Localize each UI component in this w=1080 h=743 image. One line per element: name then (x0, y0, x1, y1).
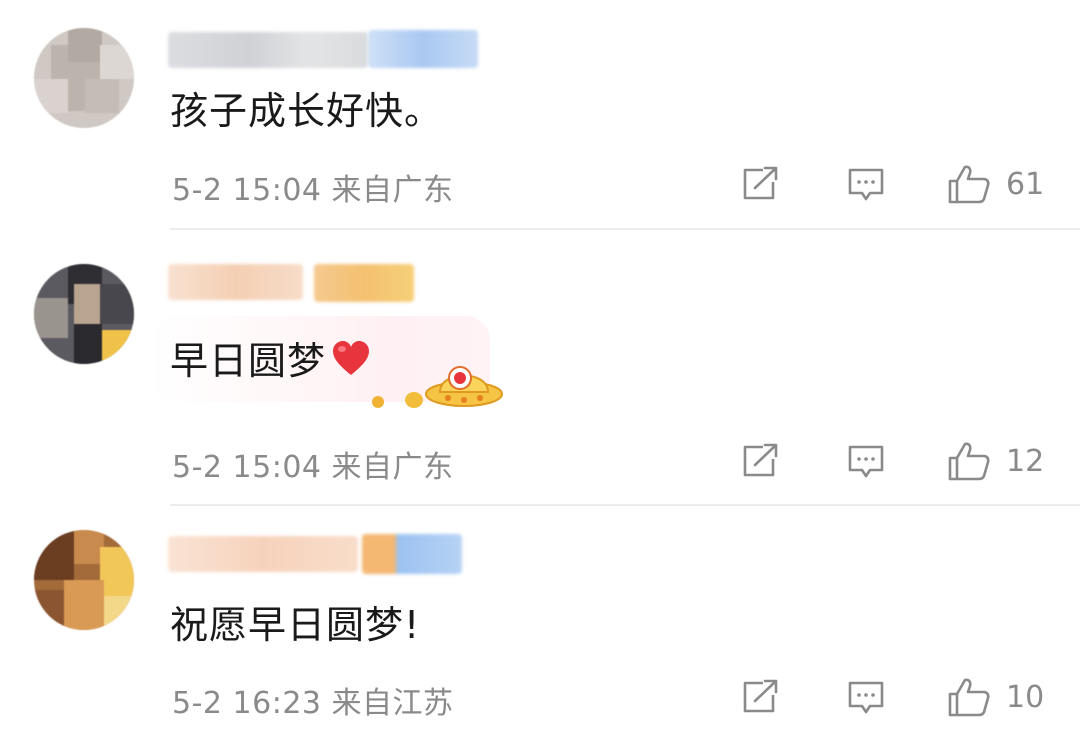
like-count: 12 (1006, 443, 1045, 479)
ufo-sticker-icon (372, 366, 503, 408)
user-badge-blurred (362, 534, 462, 574)
comment-item: 祝愿早日圆梦! 5-2 16:23 来自江苏 10 (0, 506, 1080, 743)
heart-emoji (333, 340, 370, 375)
comment-text: 孩子成长好快。 (170, 80, 443, 135)
username-blurred[interactable] (168, 32, 368, 68)
user-badge-blurred (314, 264, 414, 302)
avatar[interactable] (34, 264, 134, 364)
username-blurred[interactable] (168, 264, 303, 300)
username-blurred[interactable] (168, 536, 358, 572)
comment-meta: 5-2 15:04 来自广东 (172, 442, 454, 486)
comment-item: 早日圆梦 5-2 15:04 来自广东 12 (0, 230, 1080, 506)
like-button[interactable]: 10 (946, 676, 1044, 718)
user-badge-blurred (368, 30, 478, 68)
thumbs-up-icon (948, 442, 990, 481)
comment-location: 来自江苏 (331, 686, 454, 721)
share-icon (743, 679, 778, 713)
avatar[interactable] (34, 28, 134, 128)
reply-button[interactable] (846, 679, 886, 717)
comment-location: 来自广东 (331, 173, 454, 208)
like-button[interactable]: 12 (946, 440, 1044, 482)
share-button[interactable] (741, 166, 781, 202)
comment-meta: 5-2 15:04 来自广东 (172, 165, 454, 209)
avatar[interactable] (34, 530, 134, 630)
like-count: 61 (1006, 166, 1045, 202)
comment-location: 来自广东 (331, 450, 454, 485)
like-count: 10 (1006, 679, 1045, 715)
comment-icon (848, 681, 884, 714)
comment-text-content: 早日圆梦 (170, 339, 327, 383)
reply-button[interactable] (846, 443, 886, 481)
comment-text: 早日圆梦 (170, 330, 372, 385)
share-button[interactable] (741, 679, 781, 715)
comment-meta: 5-2 16:23 来自江苏 (172, 678, 454, 722)
comment-item: 孩子成长好快。 5-2 15:04 来自广东 61 (0, 0, 1080, 230)
like-button[interactable]: 61 (946, 163, 1044, 205)
comment-icon (848, 168, 884, 201)
reply-button[interactable] (846, 166, 886, 204)
comment-text: 祝愿早日圆梦! (170, 594, 420, 649)
share-icon (743, 443, 778, 477)
share-icon (743, 166, 778, 200)
comment-text-content: 祝愿早日圆梦! (170, 603, 421, 647)
comment-text-content: 孩子成长好快。 (170, 89, 444, 133)
thumbs-up-icon (948, 165, 990, 204)
comment-time: 5-2 15:04 (172, 450, 322, 485)
thumbs-up-icon (948, 678, 990, 717)
comment-icon (848, 445, 884, 478)
comment-time: 5-2 16:23 (172, 686, 322, 721)
comment-time: 5-2 15:04 (172, 173, 322, 208)
share-button[interactable] (741, 443, 781, 479)
